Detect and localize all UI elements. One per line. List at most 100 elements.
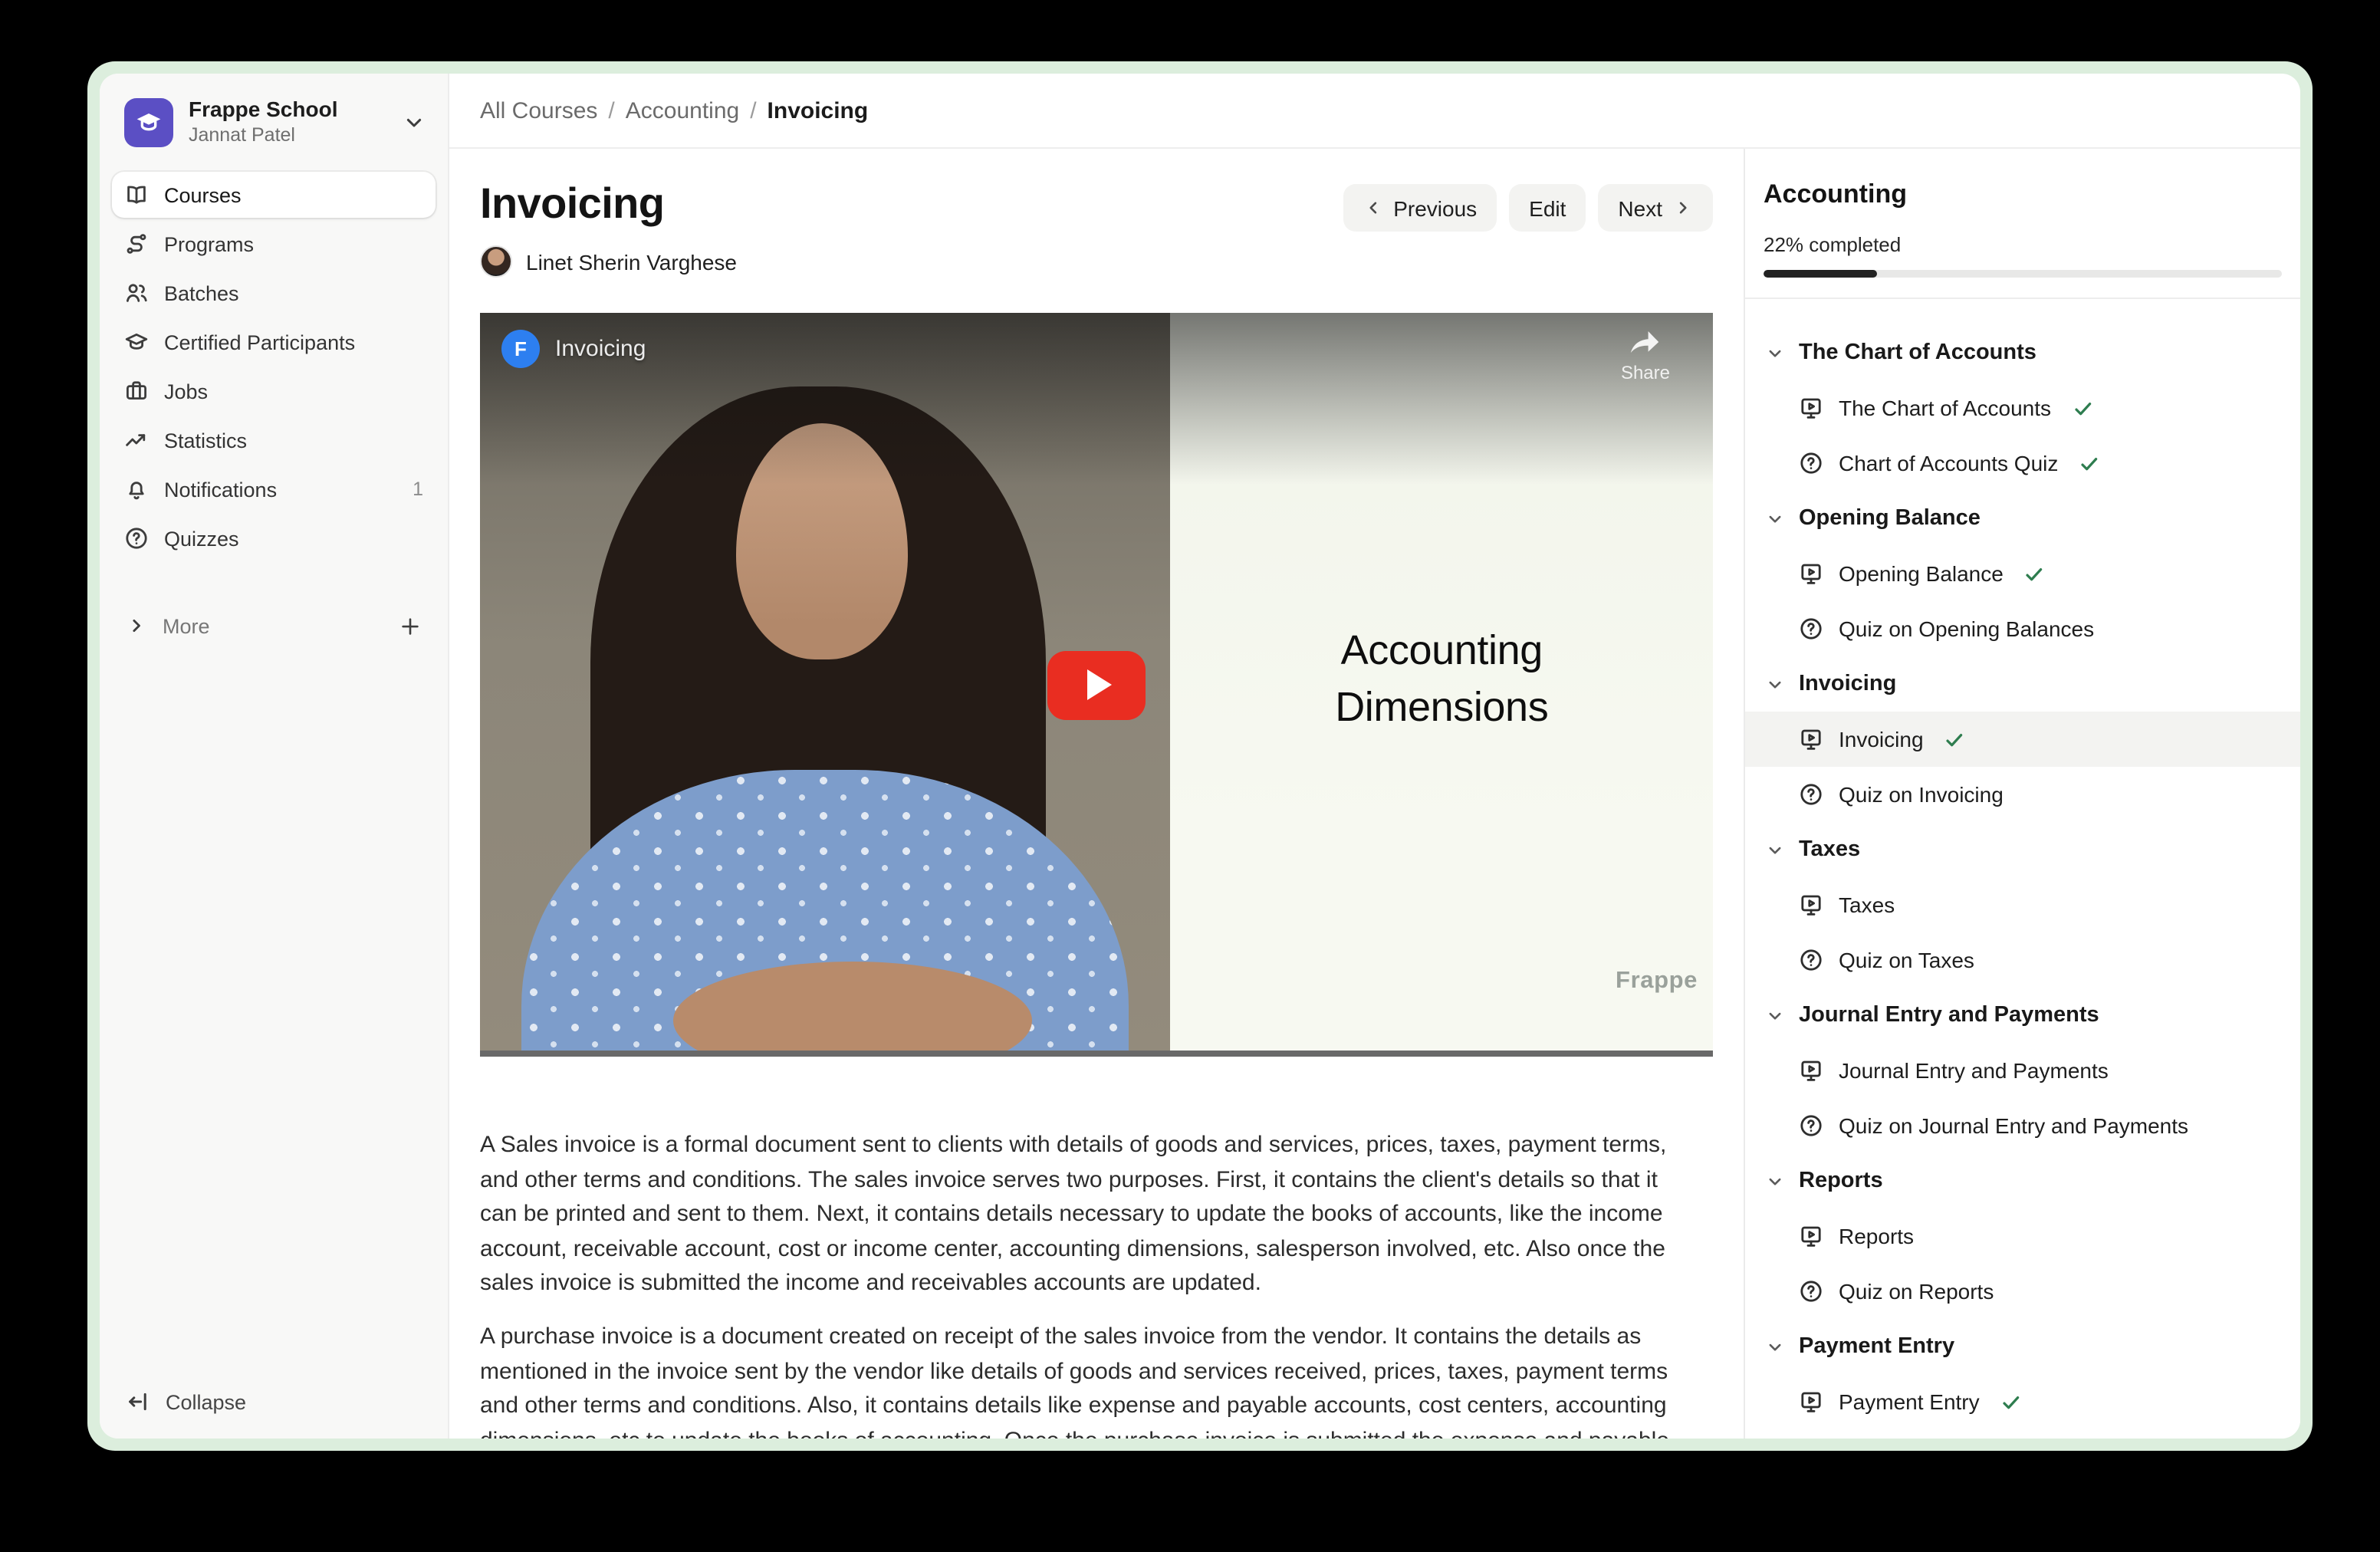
workspace-identity: Frappe School Jannat Patel — [189, 97, 337, 147]
chapter-title: Invoicing — [1799, 672, 1896, 696]
check-icon — [2078, 452, 2101, 475]
sidebar-item-jobs[interactable]: Jobs — [112, 368, 436, 414]
screen: Frappe School Jannat Patel Courses Progra… — [0, 0, 2380, 1552]
outline-item-label: Quiz on Taxes — [1839, 948, 1974, 972]
sidebar-item-programs[interactable]: Programs — [112, 221, 436, 267]
previous-label: Previous — [1393, 196, 1477, 220]
quiz-icon — [1799, 451, 1823, 475]
outline-item-label: Quiz on Invoicing — [1839, 782, 2004, 807]
channel-avatar[interactable]: F — [501, 330, 540, 368]
outline-item-label: Journal Entry and Payments — [1839, 1058, 2109, 1083]
course-progress-label: 22% completed — [1764, 233, 2282, 256]
share-arrow-icon — [1626, 328, 1665, 359]
trending-up-icon — [124, 428, 149, 452]
sidebar-item-label: Courses — [164, 183, 242, 206]
chevron-down-icon — [1765, 508, 1785, 528]
chapter-header-the-chart-of-accounts[interactable]: The Chart of Accounts — [1745, 325, 2300, 380]
breadcrumb-separator: / — [750, 97, 756, 123]
outline-item-label: Reports — [1839, 1224, 1914, 1248]
outline-lesson-taxes[interactable]: Taxes — [1745, 877, 2300, 932]
sidebar-item-label: Programs — [164, 232, 254, 255]
chapter-header-journal-entry-and-payments[interactable]: Journal Entry and Payments — [1745, 988, 2300, 1043]
collapse-sidebar-button[interactable]: Collapse — [126, 1389, 246, 1414]
video-title-row[interactable]: F Invoicing — [501, 330, 646, 368]
sidebar-item-quizzes[interactable]: Quizzes — [112, 515, 436, 561]
check-icon — [2071, 396, 2094, 419]
frappe-school-logo — [124, 97, 173, 146]
chapter-header-opening-balance[interactable]: Opening Balance — [1745, 491, 2300, 546]
chevron-down-icon[interactable] — [402, 110, 426, 134]
sidebar: Frappe School Jannat Patel Courses Progra… — [100, 74, 449, 1439]
outline-quiz-quiz-on-journal-entry-and-payments[interactable]: Quiz on Journal Entry and Payments — [1745, 1098, 2300, 1153]
outline-quiz-quiz-on-invoicing[interactable]: Quiz on Invoicing — [1745, 767, 2300, 822]
chapter-title: Opening Balance — [1799, 506, 1981, 531]
outline-lesson-the-chart-of-accounts[interactable]: The Chart of Accounts — [1745, 380, 2300, 436]
outline-lesson-invoicing[interactable]: Invoicing — [1745, 712, 2300, 767]
chapter-title: Journal Entry and Payments — [1799, 1003, 2099, 1028]
course-title: Accounting — [1764, 179, 2282, 210]
chevron-right-icon — [126, 615, 147, 636]
next-label: Next — [1618, 196, 1662, 220]
quiz-icon — [1799, 617, 1823, 641]
chapter-title: Taxes — [1799, 837, 1860, 862]
chapter-header-taxes[interactable]: Taxes — [1745, 822, 2300, 877]
sidebar-item-certified-participants[interactable]: Certified Participants — [112, 319, 436, 365]
briefcase-icon — [124, 379, 149, 403]
breadcrumb-course[interactable]: Accounting — [626, 97, 739, 123]
outline-quiz-chart-of-accounts-quiz[interactable]: Chart of Accounts Quiz — [1745, 436, 2300, 491]
bell-icon — [124, 477, 149, 501]
sidebar-item-label: Batches — [164, 281, 239, 304]
outline-quiz-quiz-on-reports[interactable]: Quiz on Reports — [1745, 1264, 2300, 1319]
outline-item-label: Opening Balance — [1839, 561, 2004, 586]
lesson-header: Invoicing Linet Sherin Varghese — [480, 179, 1713, 278]
video-player[interactable]: Accounting Dimensions Frappe F Invoicing — [480, 313, 1713, 1057]
outline-lesson-journal-entry-and-payments[interactable]: Journal Entry and Payments — [1745, 1043, 2300, 1098]
chapter-title: The Chart of Accounts — [1799, 340, 2036, 365]
outline-item-label: Payment Entry — [1839, 1389, 1980, 1414]
quiz-icon — [1799, 948, 1823, 972]
chapter-header-reports[interactable]: Reports — [1745, 1153, 2300, 1208]
outline-quiz-quiz-on-taxes[interactable]: Quiz on Taxes — [1745, 932, 2300, 988]
previous-button[interactable]: Previous — [1343, 184, 1497, 232]
chapter-title: Reports — [1799, 1169, 1883, 1193]
sidebar-item-batches[interactable]: Batches — [112, 270, 436, 316]
outline-item-label: Quiz on Journal Entry and Payments — [1839, 1113, 2188, 1138]
workspace-switcher[interactable]: Frappe School Jannat Patel — [100, 74, 448, 163]
sidebar-item-courses[interactable]: Courses — [112, 172, 436, 218]
chevron-down-icon — [1765, 1337, 1785, 1356]
programs-flow-icon — [124, 232, 149, 256]
check-icon — [1944, 728, 1967, 751]
app-surface: Frappe School Jannat Patel Courses Progra… — [100, 74, 2300, 1439]
chevron-left-icon — [1363, 198, 1382, 218]
outline-lesson-payment-entry[interactable]: Payment Entry — [1745, 1374, 2300, 1429]
course-progress-fill — [1764, 270, 1878, 278]
video-progress-bar[interactable] — [480, 1051, 1713, 1057]
sidebar-more[interactable]: More — [100, 604, 448, 647]
outline-item-label: Quiz on Reports — [1839, 1279, 1994, 1304]
video-title[interactable]: Invoicing — [555, 336, 646, 362]
share-button[interactable]: Share — [1621, 328, 1670, 383]
graduation-cap-icon — [124, 330, 149, 354]
book-open-icon — [124, 182, 149, 207]
outline-item-label: Taxes — [1839, 893, 1895, 917]
breadcrumb-current: Invoicing — [768, 97, 869, 123]
outline-lesson-reports[interactable]: Reports — [1745, 1208, 2300, 1264]
chapter-header-invoicing[interactable]: Invoicing — [1745, 656, 2300, 712]
outline-quiz-quiz-on-opening-balances[interactable]: Quiz on Opening Balances — [1745, 601, 2300, 656]
sidebar-item-notifications[interactable]: Notifications1 — [112, 466, 436, 512]
quiz-icon — [1799, 782, 1823, 807]
course-panel: Accounting 22% completed The Chart of Ac… — [1744, 149, 2300, 1439]
plus-icon[interactable] — [399, 614, 422, 637]
sidebar-nav: Courses Programs Batches Certified Particip… — [100, 172, 448, 564]
next-button[interactable]: Next — [1598, 184, 1713, 232]
chapter-header-payment-entry[interactable]: Payment Entry — [1745, 1319, 2300, 1374]
slide-title: Accounting Dimensions — [1171, 623, 1714, 737]
sidebar-item-statistics[interactable]: Statistics — [112, 417, 436, 463]
edit-button[interactable]: Edit — [1509, 184, 1586, 232]
play-button[interactable] — [1047, 650, 1146, 719]
lesson-paragraph: A Sales invoice is a formal document sen… — [480, 1129, 1685, 1302]
breadcrumb-all-courses[interactable]: All Courses — [480, 97, 597, 123]
course-panel-header: Accounting 22% completed — [1745, 149, 2300, 278]
chevron-right-icon — [1673, 198, 1693, 218]
outline-lesson-opening-balance[interactable]: Opening Balance — [1745, 546, 2300, 601]
